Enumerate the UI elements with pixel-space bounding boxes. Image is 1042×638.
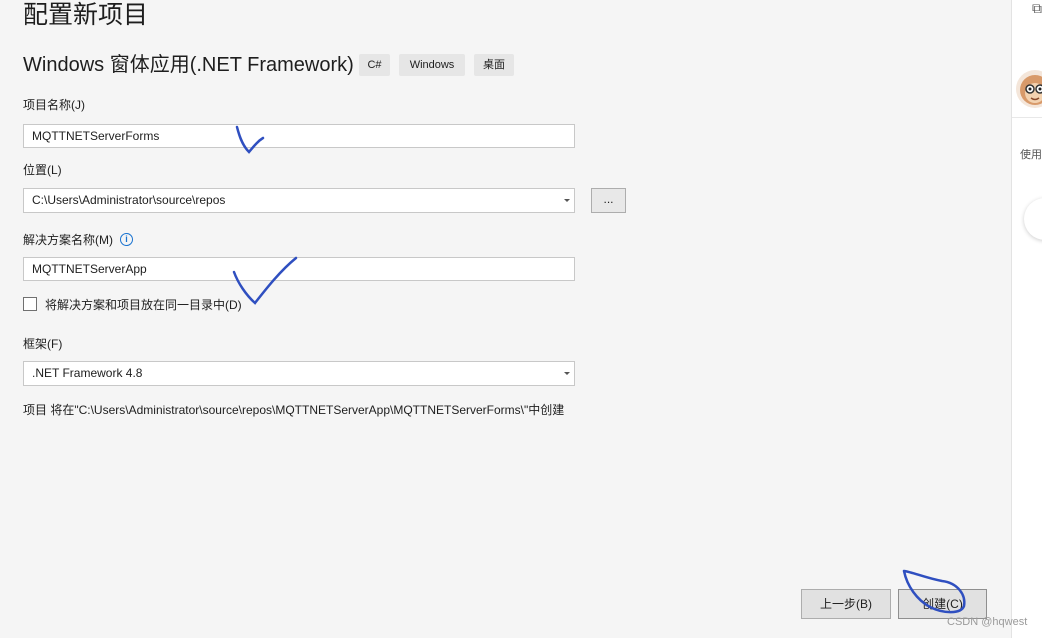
framework-combobox[interactable]: .NET Framework 4.8 <box>23 361 575 386</box>
location-value: C:\Users\Administrator\source\repos <box>32 193 226 207</box>
create-button[interactable]: 创建(C) <box>898 589 987 619</box>
floating-round-button[interactable] <box>1024 198 1042 240</box>
project-path-note: 项目 将在"C:\Users\Administrator\source\repo… <box>23 403 565 417</box>
use-label[interactable]: 使用 <box>1020 146 1042 162</box>
solution-name-label: 解决方案名称(M) <box>23 233 113 247</box>
location-label: 位置(L) <box>23 163 62 177</box>
framework-label: 框架(F) <box>23 337 63 351</box>
avatar[interactable] <box>1016 70 1042 108</box>
chevron-down-icon[interactable] <box>564 372 570 375</box>
watermark: CSDN @hqwest <box>947 616 1028 628</box>
tag-platform: Windows <box>399 54 465 76</box>
project-name-label: 项目名称(J) <box>23 98 85 112</box>
sidebar-divider <box>1012 117 1042 118</box>
configure-project-dialog: 配置新项目 Windows 窗体应用(.NET Framework) C# Wi… <box>0 0 1011 638</box>
tag-language: C# <box>359 54 390 76</box>
info-icon[interactable]: i <box>120 233 133 246</box>
monkey-avatar-icon <box>1020 75 1042 105</box>
back-button[interactable]: 上一步(B) <box>801 589 891 619</box>
chevron-down-icon[interactable] <box>564 199 570 202</box>
framework-value: .NET Framework 4.8 <box>32 366 143 380</box>
template-title: Windows 窗体应用(.NET Framework) <box>23 54 354 76</box>
same-directory-checkbox[interactable] <box>23 297 37 311</box>
right-sidebar: ⧉ 使用 <box>1011 0 1042 638</box>
location-combobox[interactable]: C:\Users\Administrator\source\repos <box>23 188 575 213</box>
page-title: 配置新项目 <box>23 1 149 29</box>
project-name-input[interactable] <box>23 124 575 148</box>
solution-name-input[interactable] <box>23 257 575 281</box>
tag-project-type: 桌面 <box>474 54 514 76</box>
browse-button[interactable]: ... <box>591 188 626 213</box>
same-directory-label[interactable]: 将解决方案和项目放在同一目录中(D) <box>45 298 242 312</box>
puzzle-icon[interactable]: ⧉ <box>1032 0 1042 17</box>
